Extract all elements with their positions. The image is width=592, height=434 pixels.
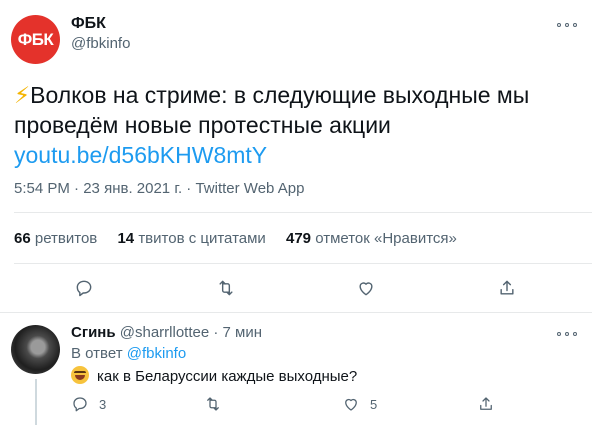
reply-actions: 3 5 [0,393,592,417]
likes-count: 479 [285,230,312,247]
retweet-icon [207,397,219,411]
reply-icon [73,397,87,412]
author-avatar[interactable]: ФБК [11,15,60,64]
reply-author-avatar[interactable] [11,325,60,374]
tweet-source[interactable]: Twitter Web App [195,180,304,197]
header-separator: · [213,324,219,341]
reply-button[interactable] [72,276,96,300]
likes-stat[interactable]: 479 отметок «Нравится» [286,230,457,247]
reply-text-body: как в Беларуссии каждые выходные? [97,368,358,385]
reply-like-button[interactable]: 5 [342,393,377,415]
reply-text: как в Беларуссии каждые выходные? [71,366,357,385]
reply-reply-button[interactable]: 3 [71,393,106,415]
retweets-count: 66 [14,230,31,247]
reply-tweet[interactable]: Сгинь @sharrllottee · 7 мин В ответ @fbk… [0,313,592,434]
reply-author-name[interactable]: Сгинь [71,324,116,341]
laughing-emoji-icon [71,366,89,384]
tweet-stats: 66 ретвитов 14 твитов с цитатами 479 отм… [14,230,473,247]
retweet-button[interactable] [214,276,238,300]
lightning-emoji: ⚡ [14,82,31,108]
quotes-label: твитов с цитатами [138,230,266,247]
like-button[interactable] [354,276,378,300]
like-count: 5 [370,396,378,412]
main-tweet: ФБК ФБК @fbkinfo ⚡Волков на стриме: в сл… [0,0,592,312]
tweet-text: ⚡Волков на стриме: в следующие выходные … [14,80,584,140]
heart-icon [359,282,373,296]
divider [14,212,592,213]
reply-share-button[interactable] [477,393,505,415]
meta-separator: · [186,180,192,197]
meta-separator: · [74,180,80,197]
reply-time[interactable]: 7 мин [223,324,263,341]
retweets-label: ретвитов [34,230,98,247]
retweets-stat[interactable]: 66 ретвитов [14,230,97,247]
author-handle[interactable]: @fbkinfo [71,35,130,52]
tweet-time[interactable]: 5:54 PM [14,180,70,197]
reply-to-mention[interactable]: @fbkinfo [127,345,186,362]
reply-to: В ответ @fbkinfo [71,345,186,362]
retweet-icon [219,280,233,296]
reply-icon [76,280,92,297]
tweet-actions [0,276,592,302]
reply-header: Сгинь @sharrllottee · 7 мин [71,324,262,341]
reply-to-label: В ответ [71,345,123,362]
divider [14,263,592,264]
reply-count: 3 [99,396,107,412]
share-icon [480,397,492,410]
author-name[interactable]: ФБК [71,15,106,33]
quotes-count: 14 [117,230,135,247]
tweet-date[interactable]: 23 янв. 2021 г. [83,180,182,197]
reply-author-handle[interactable]: @sharrllottee [120,324,209,341]
likes-label: отметок «Нравится» [315,230,457,247]
share-icon [500,280,514,295]
tweet-link[interactable]: youtu.be/d56bKHW8mtY [14,140,267,170]
share-button[interactable] [495,276,519,300]
more-icon[interactable] [557,329,577,339]
quotes-stat[interactable]: 14 твитов с цитатами [117,230,265,247]
tweet-meta: 5:54 PM · 23 янв. 2021 г. · Twitter Web … [14,180,304,197]
reply-retweet-button[interactable] [204,393,232,415]
tweet-text-body: Волков на стриме: в следующие выходные м… [14,82,530,138]
more-icon[interactable] [557,20,577,30]
heart-icon [345,398,357,411]
